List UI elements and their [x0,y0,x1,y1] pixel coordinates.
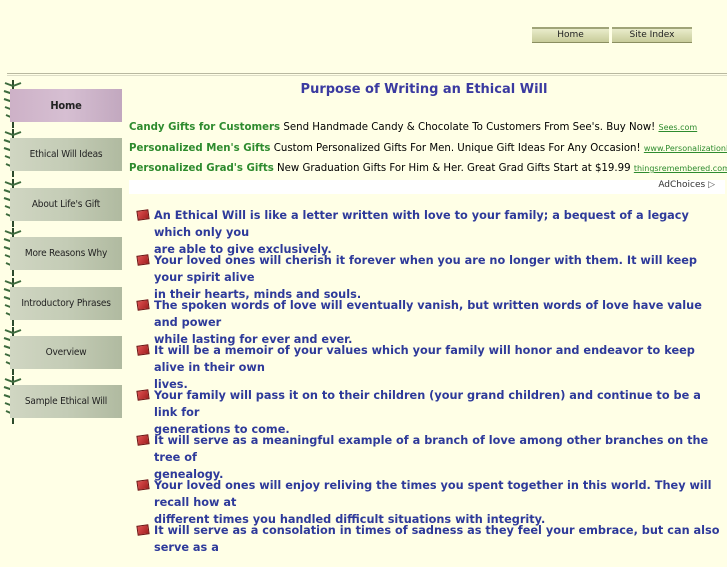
list-item: It will serve as a meaningful example of… [136,432,727,481]
sidebar-item-label: Introductory Phrases [10,286,122,320]
sidebar-item-label: Home [10,89,122,122]
flower-bullet-icon [136,524,150,536]
sidebar-item-label: Sample Ethical Will [10,385,122,419]
sidebar-item-sample-ethical-will[interactable]: Sample Ethical Will [0,376,125,425]
ad-url[interactable]: thingsremembered.com/Graduat [634,164,727,173]
sidebar-item-more-reasons-why[interactable]: More Reasons Why [0,228,125,277]
list-item-text: Your loved ones will enjoy reliving the … [154,479,712,526]
ad-block: Candy Gifts for Customers Send Handmade … [129,122,727,184]
sidebar-item-introductory-phrases[interactable]: Introductory Phrases [0,277,125,327]
ad-text: Custom Personalized Gifts For Men. Uniqu… [273,142,641,154]
list-item: The spoken words of love will eventually… [136,297,727,346]
list-item-text: It will be a memoir of your values which… [154,344,695,391]
sidebar-item-ethical-will-ideas[interactable]: Ethical Will Ideas [0,129,125,178]
list-item-text: Your family will pass it on to their chi… [154,389,701,436]
purpose-list: An Ethical Will is like a letter written… [136,207,727,567]
list-item-text: Your loved ones will cherish it forever … [154,254,698,301]
sidebar-item-overview[interactable]: Overview [0,326,125,376]
flower-bullet-icon [136,434,150,446]
sidebar-item-label: About Life's Gift [10,187,122,221]
list-item-text: An Ethical Will is like a letter written… [154,209,689,256]
list-item-text: The spoken words of love will eventually… [154,299,702,346]
flower-bullet-icon [136,299,150,311]
home-nav-button[interactable]: Home [532,27,609,43]
ad-item[interactable]: Personalized Men's Gifts Custom Personal… [129,143,727,164]
ad-url[interactable]: Sees.com [658,123,697,132]
flower-bullet-icon [136,254,150,266]
adchoices-label: AdChoices [658,180,706,190]
list-item: Your family will pass it on to their chi… [136,387,727,436]
adchoices-icon: ▷ [708,180,715,190]
ad-item[interactable]: Candy Gifts for Customers Send Handmade … [129,122,727,143]
ad-headline[interactable]: Candy Gifts for Customers [129,122,280,133]
list-item: It will be a memoir of your values which… [136,342,727,391]
sidebar-item-label: Overview [10,335,122,369]
list-item: An Ethical Will is like a letter written… [136,207,727,256]
ad-text: Send Handmade Candy & Chocolate To Custo… [283,122,656,133]
flower-bullet-icon [136,209,150,221]
flower-bullet-icon [136,389,150,401]
list-item: Your loved ones will enjoy reliving the … [136,477,727,526]
list-item: Your loved ones will cherish it forever … [136,252,727,301]
ad-headline[interactable]: Personalized Grad's Gifts [129,163,274,174]
page-title: Purpose of Writing an Ethical Will [300,82,548,97]
top-nav: Home Site Index [532,27,692,43]
ad-text: New Graduation Gifts For Him & Her. Grea… [277,163,631,174]
list-item-text: It will serve as a meaningful example of… [154,434,709,481]
sidebar-item-label: More Reasons Why [10,237,122,271]
sidebar: Home Ethical Will Ideas About Life's Gif… [0,80,125,426]
ad-footer-strip [129,180,725,194]
header-divider [7,73,727,74]
ad-headline[interactable]: Personalized Men's Gifts [129,143,271,154]
header-divider-shadow [7,75,727,76]
adchoices-link[interactable]: AdChoices ▷ [656,180,717,190]
site-index-nav-button[interactable]: Site Index [612,27,692,43]
flower-bullet-icon [136,344,150,356]
flower-bullet-icon [136,479,150,491]
sidebar-item-about-lifes-gift[interactable]: About Life's Gift [0,178,125,228]
ad-url[interactable]: www.PersonalizationMall.co [644,144,727,153]
sidebar-item-label: Ethical Will Ideas [10,138,122,172]
sidebar-item-home[interactable]: Home [0,80,125,129]
